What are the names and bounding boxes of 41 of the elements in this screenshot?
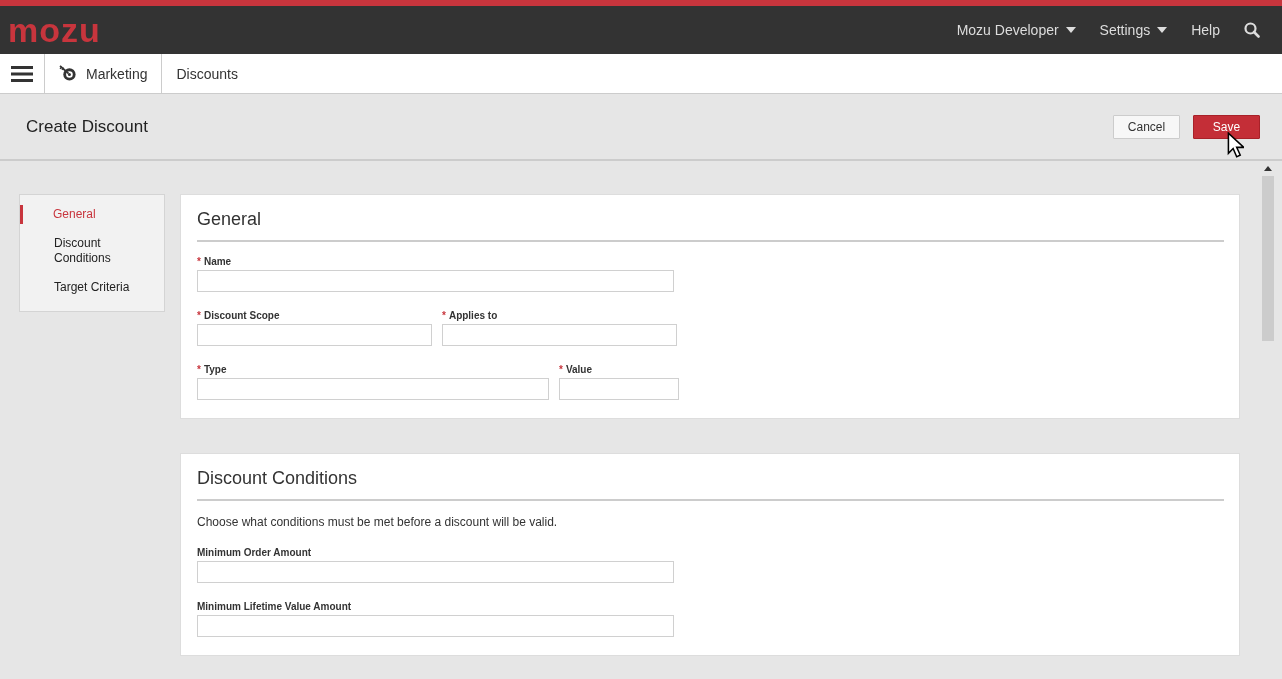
cursor-icon	[1227, 132, 1244, 158]
field-label: Discount Scope	[203, 310, 280, 321]
field-label: Minimum Lifetime Value Amount	[197, 601, 352, 612]
menu-link[interactable]: Help	[1191, 22, 1220, 38]
sidebar-item[interactable]: General	[20, 205, 148, 224]
required-mark: *	[197, 310, 201, 321]
input-field[interactable]	[197, 378, 549, 400]
input-field[interactable]	[442, 324, 677, 346]
section-description: Choose what conditions must be met before a discount will be valid.	[197, 515, 559, 529]
input-field[interactable]	[197, 270, 674, 292]
page-title: Create Discount	[26, 116, 148, 137]
sidebar-item[interactable]: Target Criteria	[21, 278, 148, 297]
input-field[interactable]	[197, 324, 432, 346]
scrollbar-thumb[interactable]	[1262, 176, 1274, 341]
menu-link[interactable]: Mozu Developer	[956, 22, 1076, 38]
required-mark: *	[197, 364, 201, 375]
target-icon	[59, 65, 78, 82]
scroll-up-icon[interactable]	[1264, 166, 1272, 171]
search-icon[interactable]	[1244, 22, 1260, 38]
input-field[interactable]	[559, 378, 679, 400]
required-mark: *	[559, 364, 563, 375]
field-label: Name	[203, 256, 232, 267]
field-label: Minimum Order Amount	[197, 547, 312, 558]
menu-link[interactable]: Settings	[1099, 22, 1168, 38]
sidebar-item[interactable]: Discount Conditions	[21, 234, 148, 268]
input-field[interactable]	[197, 615, 674, 637]
caret-icon	[1065, 27, 1076, 33]
field-label: Type	[203, 364, 227, 375]
save-button[interactable]: Save	[1193, 114, 1260, 139]
cancel-button[interactable]: Cancel	[1113, 114, 1180, 139]
breadcrumb-link[interactable]: Marketing	[45, 54, 163, 93]
caret-icon	[1157, 27, 1168, 33]
breadcrumb-link[interactable]: Discounts	[162, 54, 252, 93]
input-field[interactable]	[197, 561, 674, 583]
field-label: Applies to	[448, 310, 498, 321]
required-mark: *	[442, 310, 446, 321]
menu-icon[interactable]	[11, 65, 33, 82]
section-title: General	[197, 209, 1224, 242]
field-label: Value	[565, 364, 593, 375]
section-title: Discount Conditions	[197, 468, 1224, 501]
required-mark: *	[197, 256, 201, 267]
